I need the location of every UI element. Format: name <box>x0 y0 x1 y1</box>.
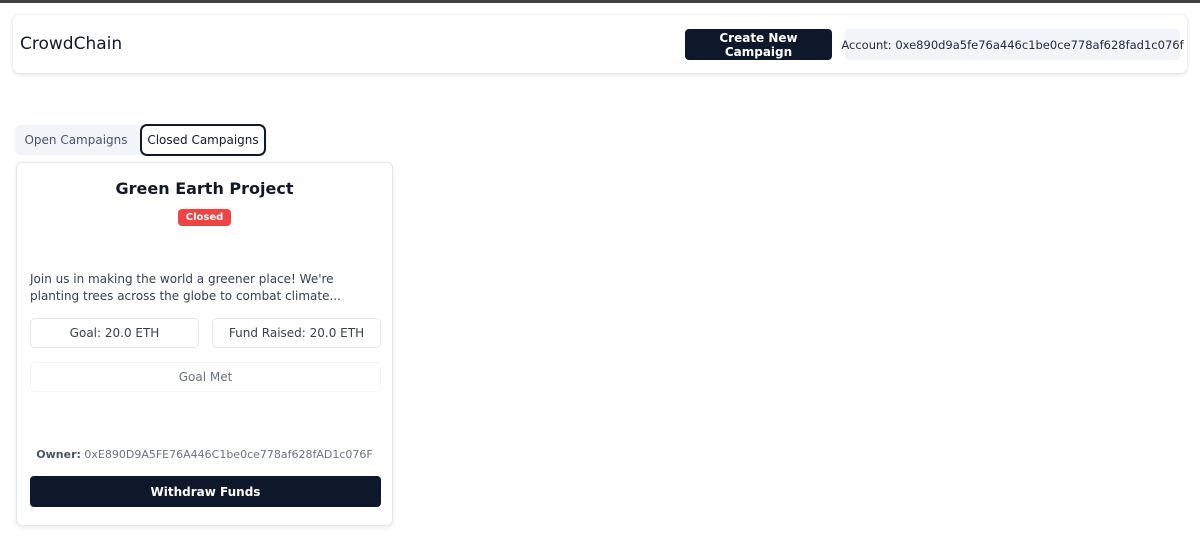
campaign-description: Join us in making the world a greener pl… <box>30 272 341 303</box>
window-top-strip <box>0 0 1200 3</box>
status-badge: Closed <box>177 209 232 226</box>
create-campaign-button[interactable]: Create New Campaign <box>685 29 832 60</box>
tab-closed-campaigns[interactable]: Closed Campaigns <box>140 124 266 156</box>
withdraw-funds-button[interactable]: Withdraw Funds <box>30 476 381 507</box>
campaign-card: Green Earth Project Closed Join us in ma… <box>16 162 393 526</box>
tab-open-campaigns[interactable]: Open Campaigns <box>15 125 137 155</box>
owner-address: 0xE890D9A5FE76A446C1be0ce778af628fAD1c07… <box>84 448 373 461</box>
brand-title: CrowdChain <box>20 34 123 54</box>
goal-status: Goal Met <box>30 362 381 392</box>
campaign-title: Green Earth Project <box>115 179 294 198</box>
fund-raised-amount: Fund Raised: 20.0 ETH <box>212 318 381 348</box>
owner-line: Owner: 0xE890D9A5FE76A446C1be0ce778af628… <box>17 448 392 461</box>
campaign-tabs: Open Campaigns Closed Campaigns <box>15 124 267 156</box>
goal-amount: Goal: 20.0 ETH <box>30 318 199 348</box>
owner-label: Owner: <box>36 448 81 461</box>
account-badge: Account: 0xe890d9a5fe76a446c1be0ce778af6… <box>841 29 1184 60</box>
app-header: CrowdChain Create New Campaign Account: … <box>13 15 1187 73</box>
